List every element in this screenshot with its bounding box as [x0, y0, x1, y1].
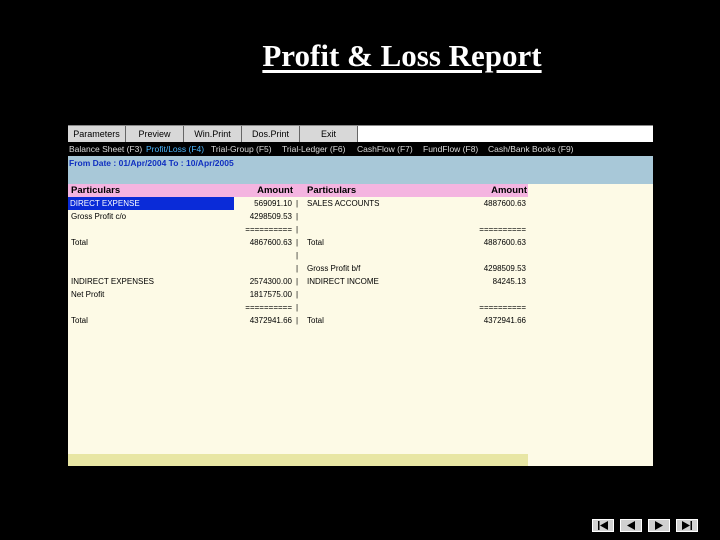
column-separator: | [296, 303, 299, 312]
table-row[interactable]: INDIRECT EXPENSES 2574300.00 | INDIRECT INC… [68, 275, 528, 288]
status-strip [68, 454, 528, 466]
right-particulars-cell: SALES ACCOUNTS [307, 199, 380, 208]
right-amount-cell: 4372941.66 [483, 316, 526, 325]
right-particulars-cell: Total [307, 238, 324, 247]
date-range: From Date : 01/Apr/2004 To : 10/Apr/2005 [69, 158, 234, 168]
left-amount-cell: 4298509.53 [249, 212, 292, 221]
table-row[interactable]: Total 4372941.66 | Total 4372941.66 [68, 314, 528, 327]
menu-trial-ledger[interactable]: Trial-Ledger (F6) [282, 142, 345, 156]
table-row[interactable]: | Gross Profit b/f 4298509.53 [68, 262, 528, 275]
left-amount-cell: 569091.10 [254, 199, 292, 208]
menu-cash-bank-books[interactable]: Cash/Bank Books (F9) [488, 142, 574, 156]
left-amount-cell: 4372941.66 [249, 316, 292, 325]
first-slide-button[interactable] [592, 519, 614, 532]
parameters-button[interactable]: Parameters [68, 126, 126, 143]
date-range-bar: From Date : 01/Apr/2004 To : 10/Apr/2005 [68, 156, 653, 184]
report-window: Parameters Preview Win.Print Dos.Print E… [68, 125, 653, 466]
column-separator: | [296, 199, 299, 208]
left-amount-cell: 1817575.00 [249, 290, 292, 299]
next-icon [655, 521, 663, 530]
header-right-amount: Amount [491, 185, 527, 196]
column-separator: | [296, 251, 299, 260]
slide-title: Profit & Loss Report [262, 38, 542, 73]
menu-fundflow[interactable]: FundFlow (F8) [423, 142, 478, 156]
left-particulars-cell: Total [71, 238, 88, 247]
previous-slide-button[interactable] [620, 519, 642, 532]
left-particulars-cell: DIRECT EXPENSE [68, 197, 234, 210]
left-amount-cell: 4867600.63 [249, 238, 292, 247]
column-separator: | [296, 264, 299, 273]
left-amount-cell: ========== [245, 225, 292, 234]
left-particulars-cell: Net Profit [71, 290, 105, 299]
right-amount-cell: 4887600.63 [483, 238, 526, 247]
right-amount-cell: ========== [479, 303, 526, 312]
win-print-button[interactable]: Win.Print [184, 126, 242, 143]
table-row[interactable]: Net Profit 1817575.00 | [68, 288, 528, 301]
last-slide-button[interactable] [676, 519, 698, 532]
right-amount-cell: 4298509.53 [483, 264, 526, 273]
menu-balance-sheet[interactable]: Balance Sheet (F3) [69, 142, 142, 156]
right-amount-cell: ========== [479, 225, 526, 234]
dos-print-button[interactable]: Dos.Print [242, 126, 300, 143]
table-row[interactable]: Gross Profit c/o 4298509.53 | [68, 210, 528, 223]
next-slide-button[interactable] [648, 519, 670, 532]
toolbar: Parameters Preview Win.Print Dos.Print E… [68, 125, 653, 143]
table-row[interactable]: Total 4867600.63 | Total 4887600.63 [68, 236, 528, 249]
table-row[interactable]: DIRECT EXPENSE 569091.10 | SALES ACCOUNTS 48… [68, 197, 528, 210]
right-particulars-cell: INDIRECT INCOME [307, 277, 379, 286]
first-icon [598, 521, 608, 530]
menu-profit-loss[interactable]: Profit/Loss (F4) [146, 142, 204, 156]
left-amount-cell: ========== [245, 303, 292, 312]
column-separator: | [296, 212, 299, 221]
header-left-amount: Amount [257, 185, 293, 196]
menu-trial-group[interactable]: Trial-Group (F5) [211, 142, 272, 156]
column-separator: | [296, 225, 299, 234]
table-row[interactable]: ========== | ========== [68, 223, 528, 236]
table-row[interactable]: ========== | ========== [68, 301, 528, 314]
pl-table: Particulars Amount Particulars Amount DI… [68, 184, 653, 454]
right-amount-cell: 84245.13 [492, 277, 526, 286]
column-separator: | [296, 316, 299, 325]
left-particulars-cell: Total [71, 316, 88, 325]
last-icon [682, 521, 692, 530]
prev-icon [627, 521, 635, 530]
column-separator: | [296, 290, 299, 299]
table-row[interactable]: | [68, 249, 528, 262]
column-separator: | [296, 238, 299, 247]
menu-cashflow[interactable]: CashFlow (F7) [357, 142, 413, 156]
preview-button[interactable]: Preview [126, 126, 184, 143]
report-menu: Balance Sheet (F3) Profit/Loss (F4) Tria… [68, 142, 653, 156]
left-particulars-cell: Gross Profit c/o [71, 212, 127, 221]
table-header: Particulars Amount Particulars Amount [68, 184, 528, 197]
right-amount-cell: 4887600.63 [483, 199, 526, 208]
exit-button[interactable]: Exit [300, 126, 358, 143]
left-amount-cell: 2574300.00 [249, 277, 292, 286]
left-particulars-cell: INDIRECT EXPENSES [71, 277, 154, 286]
column-separator: | [296, 277, 299, 286]
right-particulars-cell: Total [307, 316, 324, 325]
header-left-particulars: Particulars [71, 185, 121, 196]
right-particulars-cell: Gross Profit b/f [307, 264, 361, 273]
header-right-particulars: Particulars [307, 185, 357, 196]
